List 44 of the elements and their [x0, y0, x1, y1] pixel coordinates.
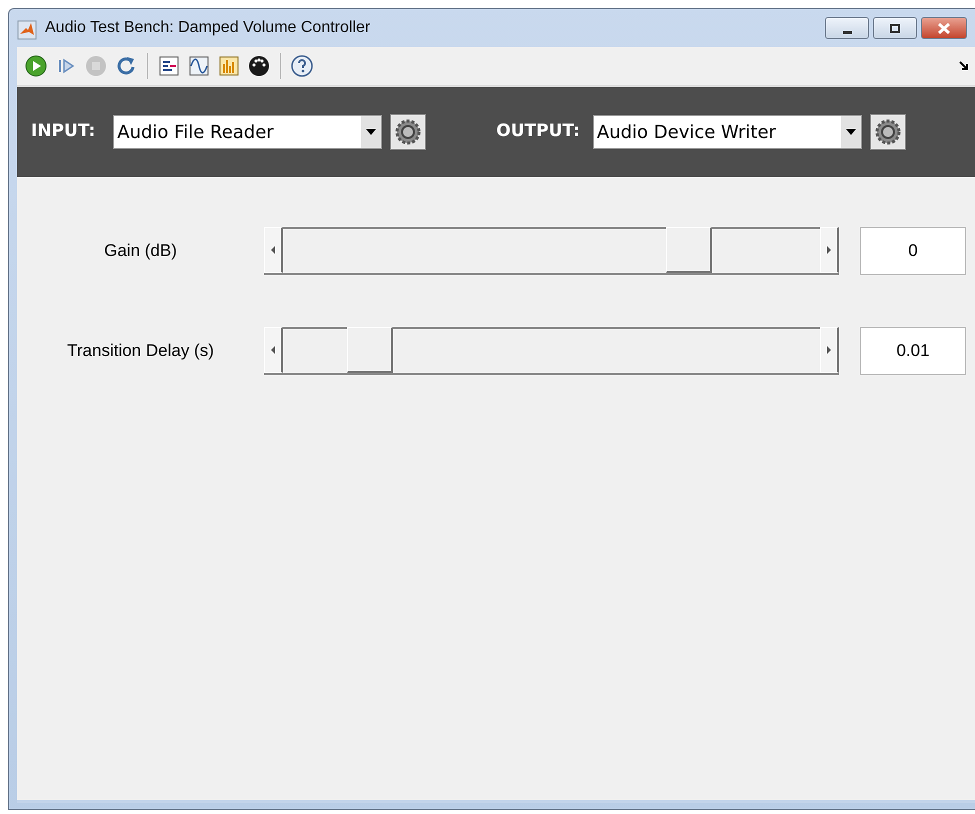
- run-button[interactable]: [23, 53, 49, 79]
- left-arrow-button[interactable]: [264, 227, 283, 273]
- parameter-label: Gain (dB): [103, 240, 178, 262]
- window-title: Audio Test Bench: Damped Volume Controller: [45, 18, 370, 38]
- help-icon: [291, 55, 313, 77]
- maximize-button[interactable]: [873, 17, 917, 39]
- slider-thumb[interactable]: [346, 327, 393, 373]
- dock-arrow-icon[interactable]: [959, 61, 969, 71]
- maximize-icon: [890, 24, 900, 32]
- slider[interactable]: [264, 227, 839, 275]
- parameter-label: Transition Delay (s): [66, 340, 215, 362]
- refresh-icon: [115, 55, 137, 77]
- right-arrow-icon: [827, 346, 831, 354]
- left-arrow-icon: [271, 346, 275, 354]
- timeline-icon: [158, 55, 180, 77]
- bar-chart-icon: [218, 55, 240, 77]
- right-arrow-button[interactable]: [820, 327, 839, 373]
- io-label: INPUT:: [31, 120, 96, 144]
- caret-icon: [366, 129, 376, 135]
- dropdown[interactable]: Audio Device Writer: [592, 115, 862, 149]
- io-label: OUTPUT:: [496, 120, 580, 144]
- right-arrow-icon: [827, 246, 831, 254]
- midi-connector-button[interactable]: [246, 53, 272, 79]
- help-button[interactable]: [289, 53, 315, 79]
- value-field[interactable]: 0: [860, 227, 966, 275]
- minimize-button[interactable]: [825, 17, 869, 39]
- close-icon: [938, 22, 950, 34]
- slider-thumb[interactable]: [666, 227, 712, 273]
- settings-button[interactable]: [390, 114, 426, 150]
- settings-button[interactable]: [870, 114, 906, 150]
- minimize-icon: [842, 30, 852, 34]
- left-arrow-button[interactable]: [264, 327, 283, 373]
- caret-icon: [846, 129, 856, 135]
- value-field[interactable]: 0.01: [860, 327, 966, 375]
- left-arrow-icon: [271, 246, 275, 254]
- close-button[interactable]: [921, 17, 967, 39]
- dropdown[interactable]: Audio File Reader: [113, 115, 382, 149]
- slider[interactable]: [264, 327, 839, 375]
- right-arrow-button[interactable]: [820, 227, 839, 273]
- run-icon: [25, 55, 47, 77]
- midi-connector-icon: [248, 55, 270, 77]
- app-logo-icon: [17, 18, 37, 38]
- stop-icon: [85, 55, 107, 77]
- wave-icon: [188, 55, 210, 77]
